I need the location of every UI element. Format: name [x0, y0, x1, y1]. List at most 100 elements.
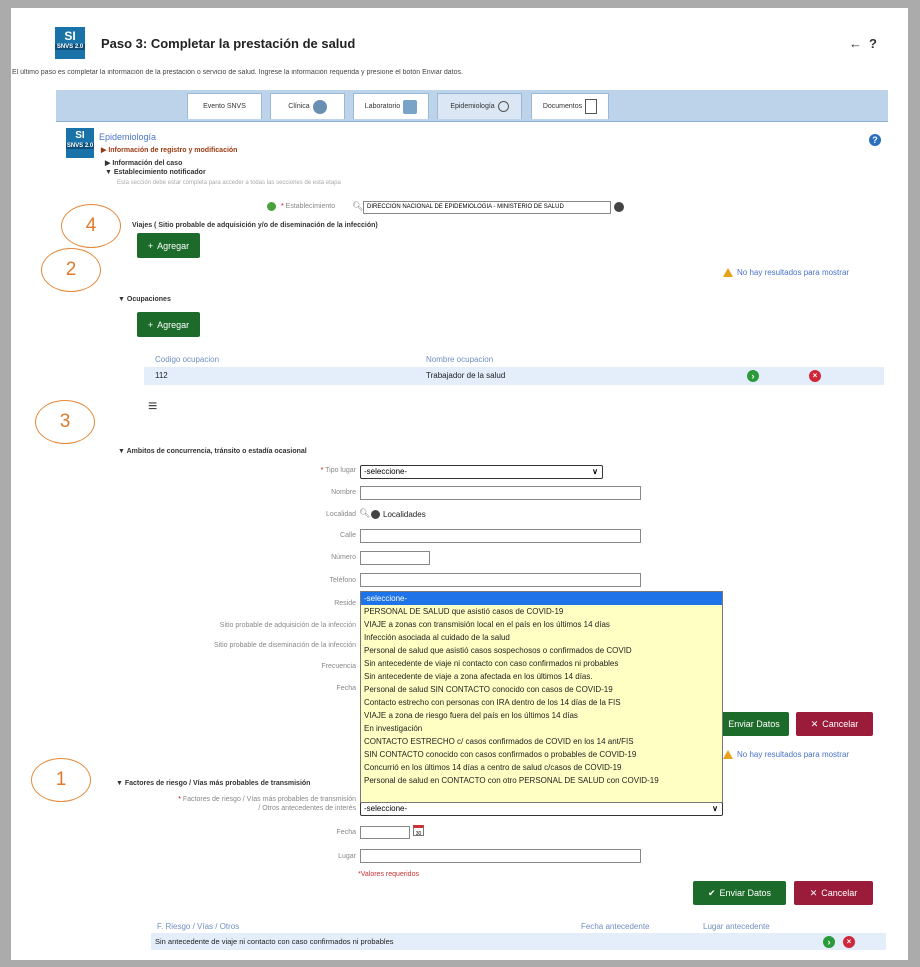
sitio-adquisicion-label: Sitio probable de adquisición de la infe…	[219, 622, 356, 629]
table-row: 112 Trabajador de la salud › ×	[144, 367, 884, 385]
callout-3: 3	[35, 400, 95, 444]
dropdown-option[interactable]: CONTACTO ESTRECHO c/ casos confirmados d…	[361, 735, 722, 748]
dropdown-option[interactable]: Sin antecedente de viaje ni contacto con…	[361, 657, 722, 670]
magnifier-icon	[497, 101, 509, 112]
clear-icon[interactable]	[614, 202, 624, 212]
dropdown-option[interactable]: VIAJE a zona de riesgo fuera del país en…	[361, 709, 722, 722]
section-caso[interactable]: ▶ Información del caso	[105, 159, 182, 167]
col-codigo-ocupacion: Codigo ocupacion	[155, 355, 220, 364]
go-arrow-icon[interactable]: ›	[747, 370, 759, 382]
enviar-datos-button-2[interactable]: ✔ Enviar Datos	[693, 881, 786, 905]
help-icon[interactable]: ?	[869, 134, 881, 146]
dropdown-option[interactable]: SIN CONTACTO conocido con casos confirma…	[361, 748, 722, 761]
search-icon[interactable]: 🔍︎	[352, 201, 363, 212]
establecimiento-field[interactable]: DIRECCION NACIONAL DE EPIDEMIOLOGIA - MI…	[363, 201, 611, 214]
menu-icon[interactable]: ≡	[148, 398, 157, 416]
back-arrow-icon[interactable]: ←	[849, 36, 862, 51]
dropdown-option[interactable]: Sin antecedente de viaje a zona afectada…	[361, 670, 722, 683]
dropdown-option[interactable]: Concurrió en los últimos 14 días a centr…	[361, 761, 722, 774]
col-factor-riesgo: F. Riesgo / Vías / Otros	[157, 922, 240, 931]
delete-icon[interactable]: ×	[843, 936, 855, 948]
ocupaciones-title: ▼ Ocupaciones	[118, 296, 171, 303]
cancelar-button-2[interactable]: ✕ Cancelar	[794, 881, 873, 905]
reside-label: Reside	[334, 600, 356, 607]
factores-select[interactable]: -seleccione- ∨	[360, 802, 723, 816]
lugar-label: Lugar	[338, 853, 356, 860]
calle-input[interactable]	[360, 529, 641, 543]
numero-input[interactable]	[360, 551, 430, 565]
col-lugar-antecedente: Lugar antecedente	[703, 922, 770, 931]
callout-1: 1	[31, 758, 91, 802]
page-title: Paso 3: Completar la prestación de salud	[101, 36, 356, 51]
dropdown-option[interactable]: En investigación	[361, 722, 722, 735]
dropdown-option[interactable]: Personal de salud SIN CONTACTO conocido …	[361, 683, 722, 696]
chevron-down-icon: ∨	[712, 804, 718, 813]
section-establecimiento[interactable]: ▼ Establecimiento notificador	[105, 169, 206, 176]
localidad-label: Localidad	[326, 511, 356, 518]
tab-evento-snvs[interactable]: Evento SNVS	[187, 93, 262, 119]
factores-dropdown-list[interactable]: -seleccione- PERSONAL DE SALUD que asist…	[360, 591, 723, 803]
check-icon: ✔	[707, 887, 716, 898]
cancelar-button[interactable]: ✕ Cancelar	[796, 712, 873, 736]
establecimiento-note: Esta sección debe estar completa para ac…	[117, 180, 341, 186]
dropdown-option[interactable]: Contacto estrecho con personas con IRA d…	[361, 696, 722, 709]
telefono-input[interactable]	[360, 573, 641, 587]
dropdown-option[interactable]: -seleccione-	[361, 592, 722, 605]
tab-epidemiologia[interactable]: Epidemiología	[437, 93, 522, 119]
lugar-input[interactable]	[360, 849, 641, 863]
tab-documentos[interactable]: Documentos	[531, 93, 609, 119]
plus-icon: +	[147, 319, 154, 330]
calle-label: Calle	[340, 532, 356, 539]
factores-label-2: / Otros antecedentes de interés	[258, 805, 356, 812]
tipo-lugar-label: * Tipo lugar	[320, 467, 356, 474]
frecuencia-label: Frecuencia	[321, 663, 356, 670]
fecha-label: Fecha	[336, 685, 356, 692]
nombre-input[interactable]	[360, 486, 641, 500]
callout-4: 4	[61, 204, 121, 248]
ocupacion-code: 112	[155, 371, 168, 380]
dropdown-option[interactable]: Personal de salud que asistió casos sosp…	[361, 644, 722, 657]
clear-icon[interactable]	[371, 510, 380, 519]
tabs-bar: Evento SNVS Clínica Laboratorio Epidemio…	[56, 90, 888, 122]
ambitos-title: ▼ Ambitos de concurrencia, tránsito o es…	[118, 448, 307, 455]
delete-icon[interactable]: ×	[809, 370, 821, 382]
help-button[interactable]: ?	[869, 36, 877, 51]
viajes-title: Viajes ( Sitio probable de adquisición y…	[132, 222, 378, 229]
snvs-logo-small: SI SNVS 2.0	[66, 128, 94, 158]
calendar-icon[interactable]: 30	[413, 825, 424, 837]
search-icon[interactable]: 🔍︎	[359, 508, 370, 519]
factores-label: * Factores de riesgo / Vías más probable…	[178, 796, 356, 803]
dropdown-option[interactable]: Personal de salud en CONTACTO con otro P…	[361, 774, 722, 787]
tipo-lugar-select[interactable]: -seleccione- ∨	[360, 465, 603, 479]
factores-title: ▼ Factores de riesgo / Vías más probable…	[116, 780, 311, 787]
x-icon: ✕	[809, 887, 818, 898]
enviar-datos-button[interactable]: Enviar Datos	[719, 712, 789, 736]
ocupacion-name: Trabajador de la salud	[426, 371, 506, 380]
lab-icon	[403, 99, 418, 114]
fecha-input[interactable]	[360, 826, 410, 839]
valores-requeridos: *Valores requeridos	[358, 871, 419, 878]
add-viaje-button[interactable]: + Agregar	[137, 233, 200, 258]
col-nombre-ocupacion: Nombre ocupacion	[426, 355, 494, 364]
section-registro[interactable]: ▶ Información de registro y modificación	[101, 146, 237, 154]
page-description: El último paso es completar la informaci…	[12, 69, 463, 76]
sitio-diseminacion-label: Sitio probable de diseminación de la inf…	[213, 642, 356, 649]
localidades-link[interactable]: Localidades	[383, 510, 426, 519]
telefono-label: Teléfono	[329, 577, 356, 584]
add-circle-icon[interactable]	[267, 202, 276, 211]
add-ocupacion-button[interactable]: + Agregar	[137, 312, 200, 337]
dropdown-option[interactable]: VIAJE a zonas con transmisión local en e…	[361, 618, 722, 631]
warning-icon	[723, 268, 733, 277]
go-arrow-icon[interactable]: ›	[823, 936, 835, 948]
tab-laboratorio[interactable]: Laboratorio	[353, 93, 429, 119]
tab-clinica[interactable]: Clínica	[270, 93, 345, 119]
document-icon	[585, 99, 598, 114]
dropdown-option[interactable]: Infección asociada al cuidado de la salu…	[361, 631, 722, 644]
factor-riesgo-value: Sin antecedente de viaje ni contacto con…	[155, 937, 394, 946]
viajes-empty-message: No hay resultados para mostrar	[723, 268, 849, 277]
ambitos-empty-message: No hay resultados para mostrar	[723, 750, 849, 759]
dropdown-option[interactable]: PERSONAL DE SALUD que asistió casos de C…	[361, 605, 722, 618]
epidemiologia-title: Epidemiología	[99, 132, 157, 142]
x-icon: ✕	[810, 718, 819, 729]
warning-icon	[723, 750, 733, 759]
